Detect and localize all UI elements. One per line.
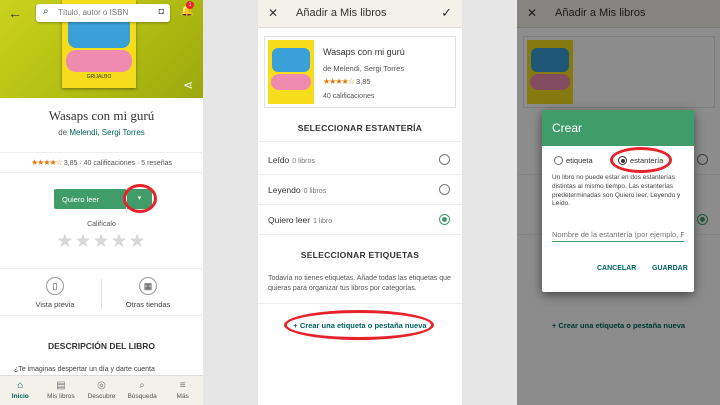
add-to-books-screen: ✕ Añadir a Mis libros ✓ Wasaps con mi gu…: [258, 0, 462, 405]
dialog-description: Un libro no puede estar en dos estanterí…: [552, 174, 681, 208]
search-icon: ⌕: [43, 6, 49, 17]
book-author: de Melendi, Sergi Torres: [0, 128, 203, 137]
tab-label: Búsqueda: [127, 393, 157, 400]
shelf-count: 1 libro: [313, 218, 333, 225]
divider: [101, 279, 102, 309]
create-dialog-screen: ✕ Añadir a Mis libros + Crear una etique…: [517, 0, 720, 405]
option-tag[interactable]: etiqueta: [554, 156, 593, 165]
notification-bell-icon[interactable]: 🔔 1: [180, 1, 194, 17]
shelf-count: 0 libros: [303, 188, 327, 195]
camera-icon[interactable]: ◘: [159, 6, 164, 16]
book-detail-screen: GRIJALBO ← ⌕ Título, autor o ISBN ◘ 🔔 1 ⋖…: [0, 0, 203, 405]
notification-badge: 1: [186, 1, 194, 9]
shelf-count: 0 libros: [292, 158, 315, 165]
stores-action[interactable]: ▦ Otras tiendas: [103, 277, 193, 309]
search-icon: ⌕: [139, 380, 145, 391]
book-author: de Melendi, Sergi Torres: [323, 64, 405, 73]
author-link[interactable]: Melendi, Sergi Torres: [69, 128, 144, 137]
menu-icon: ≡: [179, 380, 186, 391]
screen-title: Añadir a Mis libros: [296, 7, 387, 19]
book-icon: ▤: [56, 380, 66, 391]
rate-label: Califícalo: [87, 221, 116, 228]
option-label: etiqueta: [566, 156, 593, 165]
shelf-option-reading[interactable]: Leyendo 0 libros: [258, 176, 462, 205]
shelf-name: Leyendo: [268, 185, 301, 195]
search-input[interactable]: ⌕ Título, autor o ISBN ◘: [36, 4, 170, 22]
book-rating: ★★★★☆ 3,85: [323, 77, 371, 86]
bottom-tab-bar: ⌂ Inicio ▤ Mis libros ◎ Descubre ⌕ Búsqueda …: [0, 375, 203, 405]
check-icon[interactable]: ✓: [441, 5, 452, 21]
tab-inicio[interactable]: ⌂ Inicio: [0, 376, 41, 405]
author-prefix: de: [58, 128, 68, 137]
tab-label: Mis libros: [47, 393, 75, 400]
radio-button[interactable]: [439, 154, 450, 165]
radio-button-selected[interactable]: [439, 214, 450, 225]
description-text: ¿Te imaginas despertar un día y darte cu…: [14, 366, 155, 373]
home-icon: ⌂: [17, 380, 24, 391]
tags-heading: SELECCIONAR ETIQUETAS: [300, 250, 420, 260]
tab-label: Inicio: [11, 393, 29, 400]
highlight-circle: [123, 184, 157, 213]
rating-value: 3,85: [63, 160, 78, 167]
preview-action[interactable]: ▯ Vista previa: [10, 277, 100, 309]
stores-label: Otras tiendas: [125, 300, 171, 309]
store-icon: ▦: [139, 277, 157, 295]
shelf-name: Quiero leer: [268, 215, 311, 225]
highlight-circle: [284, 310, 434, 340]
share-icon[interactable]: ⋖: [183, 78, 193, 92]
close-icon[interactable]: ✕: [268, 6, 278, 20]
back-arrow-icon[interactable]: ←: [8, 5, 22, 21]
action-row: ▯ Vista previa ▦ Otras tiendas: [0, 268, 203, 316]
book-card: Wasaps con mi gurú de Melendi, Sergi Tor…: [264, 36, 456, 108]
description-heading: DESCRIPCIÓN DEL LIBRO: [47, 341, 156, 351]
want-to-read-button[interactable]: Quiero leer: [54, 189, 126, 209]
shelf-heading: SELECCIONAR ESTANTERÍA: [297, 123, 423, 133]
rating-stars-icon: ★★★★☆: [323, 77, 355, 86]
tags-empty-text: Todavía no tienes etiquetas. Añade todas…: [268, 275, 451, 292]
radio-button[interactable]: [554, 156, 563, 165]
cancel-button[interactable]: CANCELAR: [597, 265, 636, 272]
book-title: Wasaps con mi gurú: [48, 108, 155, 123]
shelf-name-input[interactable]: [552, 228, 684, 242]
save-button[interactable]: GUARDAR: [652, 265, 688, 272]
book-header: GRIJALBO ← ⌕ Título, autor o ISBN ◘ 🔔 1 ⋖: [0, 0, 203, 98]
tab-busqueda[interactable]: ⌕ Búsqueda: [122, 376, 163, 405]
book-cover: [268, 40, 314, 104]
shelf-option-read[interactable]: Leído 0 libros: [258, 146, 462, 175]
dialog-title: Crear: [542, 110, 694, 146]
ratings-count: 40 calificaciones: [323, 93, 375, 100]
book-title: Wasaps con mi gurú: [323, 47, 405, 57]
preview-label: Vista previa: [35, 300, 75, 309]
radio-button[interactable]: [439, 184, 450, 195]
rating-input-stars[interactable]: ★★★★★: [0, 230, 203, 253]
cover-brand: GRIJALBO: [86, 74, 112, 80]
highlight-circle: [610, 147, 672, 173]
shelf-option-want[interactable]: Quiero leer 1 libro: [258, 206, 462, 235]
tab-mas[interactable]: ≡ Más: [162, 376, 203, 405]
tab-label: Más: [176, 393, 189, 400]
search-placeholder: Título, autor o ISBN: [58, 8, 129, 17]
app-bar: ✕ Añadir a Mis libros ✓: [258, 0, 462, 28]
tab-label: Descubre: [87, 393, 116, 400]
rating-counts: · 40 calificaciones · 5 reseñas: [79, 160, 172, 167]
rating-row[interactable]: ★★★★☆ 3,85 · 40 calificaciones · 5 reseñ…: [0, 152, 203, 173]
tab-descubre[interactable]: ◎ Descubre: [81, 376, 122, 405]
create-dialog: Crear etiqueta estantería Un libro no pu…: [542, 110, 694, 292]
book-open-icon: ▯: [46, 277, 64, 295]
rating-stars-icon: ★★★★☆: [31, 158, 63, 167]
rating-value: 3,85: [355, 77, 371, 86]
compass-icon: ◎: [97, 380, 106, 391]
tab-mis-libros[interactable]: ▤ Mis libros: [41, 376, 82, 405]
shelf-name: Leído: [268, 155, 290, 165]
